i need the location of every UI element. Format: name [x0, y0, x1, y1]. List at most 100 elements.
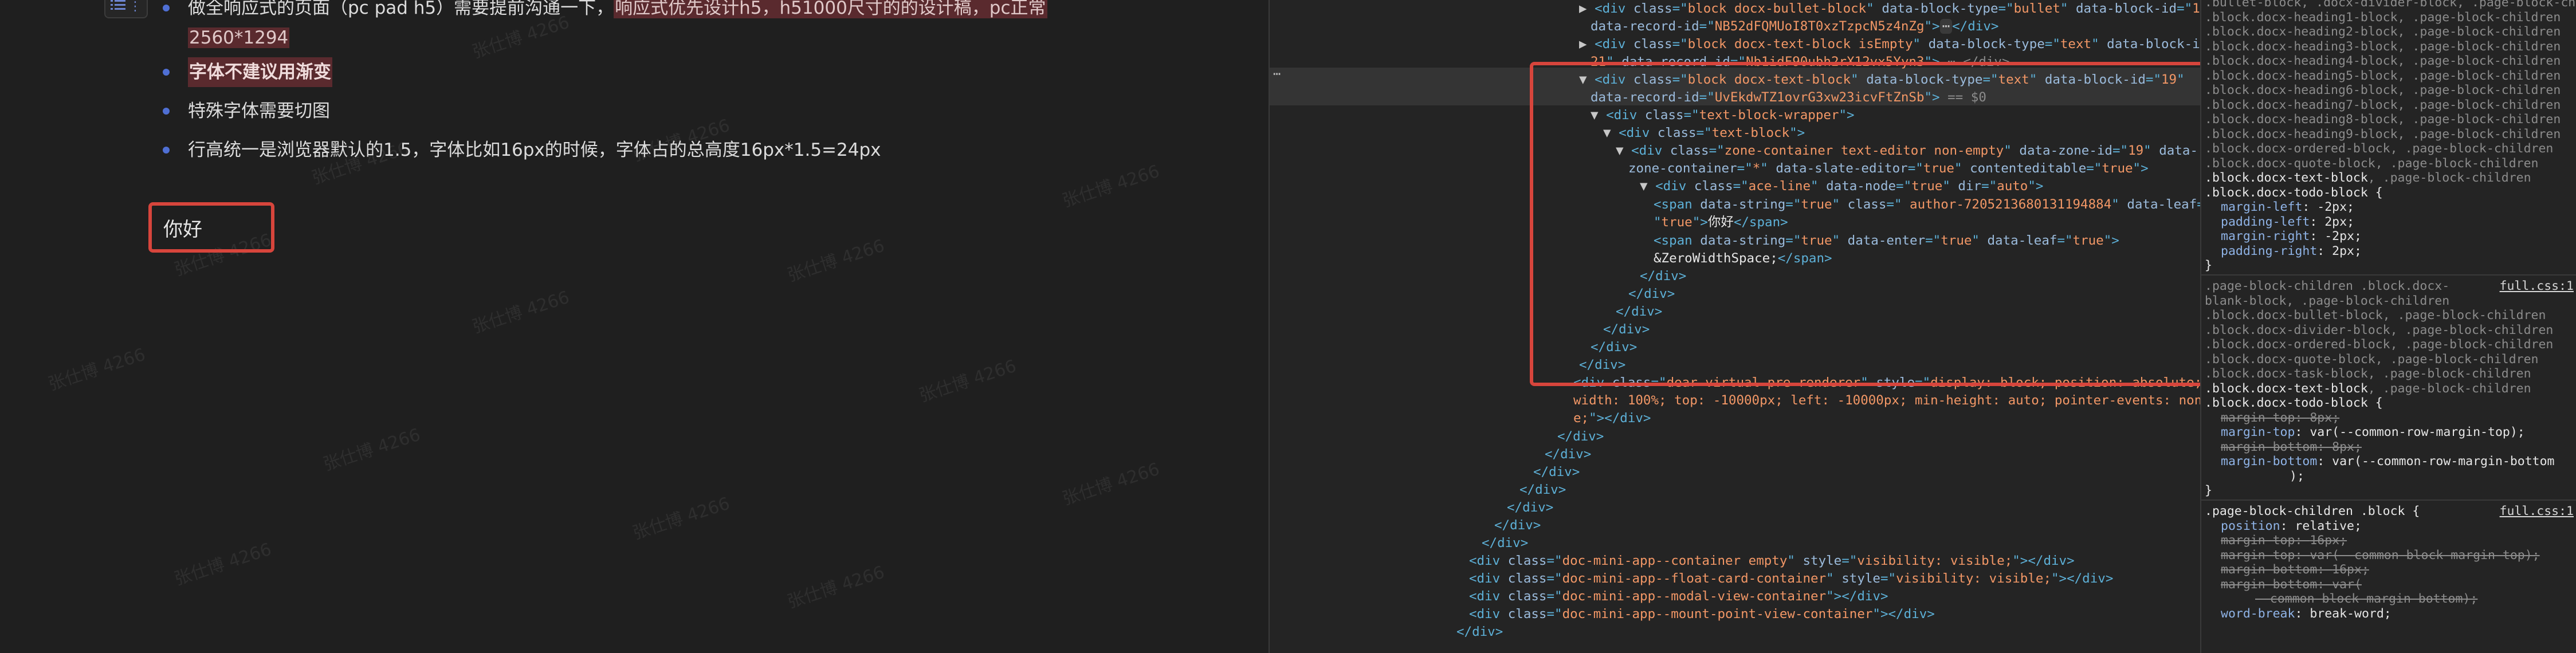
dom-node-line[interactable]: data-record-id="UvEkdwTZ1ovrG3xw23icvFtZ…	[1591, 89, 1986, 107]
dom-node-line[interactable]: </div>	[1482, 534, 1528, 552]
code-token: ="	[2145, 72, 2162, 87]
css-property[interactable]: margin-bottom: var(	[2221, 577, 2362, 592]
selector-part: .page-block-children .block {	[2205, 504, 2420, 518]
dom-node-line[interactable]: width: 100%; top: -10000px; left: -10000…	[1573, 392, 2201, 410]
list-item[interactable]: 行高统一是浏览器默认的1.5，字体比如16px的时候，字体占的总高度16px*1…	[163, 135, 881, 165]
code-token: style	[1841, 571, 1880, 586]
dom-node-line[interactable]: zone-container="*" data-slate-editor="tr…	[1628, 160, 2149, 178]
code-token: </div>	[1616, 304, 1663, 319]
source-link[interactable]: full.css:1	[2500, 504, 2574, 519]
code-token: "	[2060, 1, 2076, 16]
code-token[interactable]: ⋯	[1939, 19, 1953, 34]
dom-node-line[interactable]: "true">你好</span>	[1654, 214, 1788, 231]
css-property[interactable]: margin-top: var(--common-row-margin-top)…	[2221, 425, 2525, 440]
css-property[interactable]: margin-top: 8px;	[2221, 411, 2339, 426]
code-token: class	[1507, 607, 1547, 621]
expand-toggle-icon[interactable]: ▶	[1579, 1, 1595, 16]
expand-toggle-icon[interactable]: ▼	[1603, 125, 1619, 140]
code-token: "	[2111, 197, 2127, 212]
dom-node-line[interactable]: </div>	[1557, 428, 1604, 446]
css-property[interactable]: margin-left: -2px;	[2221, 200, 2354, 215]
css-property[interactable]: margin-top: var(--common-block-margin-to…	[2221, 548, 2540, 563]
dom-node-line[interactable]: <div class="doc-mini-app--mount-point-vi…	[1469, 605, 1935, 623]
dom-node-line[interactable]: <span data-string="true" class=" author-…	[1654, 196, 2201, 214]
css-property[interactable]: margin-bottom: 16px;	[2221, 562, 2369, 577]
css-property[interactable]: position: relative;	[2221, 519, 2362, 534]
code-token: contenteditable	[1970, 161, 2087, 176]
dom-node-line[interactable]: </div>	[1579, 356, 1625, 374]
css-property[interactable]: padding-right: 2px;	[2221, 244, 2362, 259]
code-token: </div>	[1579, 357, 1626, 372]
code-token: zone-container text-editor non-empty	[1724, 143, 2004, 158]
bullet-text: 行高统一是浏览器默认的1.5，字体比如16px的时候，字体占的总高度16px*1…	[188, 140, 881, 160]
dom-node-line[interactable]: </div>	[1519, 481, 1566, 499]
dom-node-line[interactable]: ▼ <div class="zone-container text-editor…	[1616, 142, 2198, 160]
css-selector: blank-block, .page-block-children	[2205, 294, 2449, 309]
dom-node-line[interactable]: </div>	[1456, 623, 1503, 641]
expand-toggle-icon[interactable]: ▼	[1616, 143, 1631, 158]
expand-toggle-icon[interactable]: ▶	[1579, 37, 1595, 52]
code-token: true	[1801, 233, 1832, 248]
dom-node-line[interactable]: <div class="doc-mini-app--float-card-con…	[1469, 570, 2113, 588]
code-token: <div	[1469, 607, 1508, 621]
dom-node-line[interactable]: ▼ <div class="text-block">	[1603, 124, 1805, 142]
dom-node-line[interactable]: </div>	[1591, 339, 1637, 356]
property-name: margin-bottom	[2221, 439, 2318, 454]
dom-node-line[interactable]: <div class="doc-mini-app--modal-view-con…	[1469, 588, 1888, 605]
css-property[interactable]: margin-bottom: var(--common-row-margin-b…	[2221, 454, 2555, 469]
dom-node-line[interactable]: <div class="dear-virtual-pre-renderer" s…	[1573, 374, 2201, 392]
list-item[interactable]: 做全响应式的页面（pc pad h5）需要提前沟通一下，响应式优先设计h5，h5…	[163, 0, 1047, 53]
expand-toggle-icon[interactable]: ▼	[1640, 179, 1655, 194]
selector-part: .block.docx-heading3-block, .page-block-…	[2205, 39, 2561, 54]
dom-node-line[interactable]: ▶ <div class="block docx-text-block isEm…	[1579, 36, 2201, 53]
code-token: data-zone-id	[2019, 143, 2112, 158]
highlighted-text-block[interactable]: 你好	[148, 202, 274, 253]
dom-node-line[interactable]: </div>	[1507, 499, 1553, 517]
dom-node-line[interactable]: <span data-string="true" data-enter="tru…	[1654, 232, 2119, 250]
dom-node-line[interactable]: ▼ <div class="ace-line" data-node="true"…	[1640, 178, 2043, 195]
list-item[interactable]: 字体不建议用渐变	[163, 57, 332, 87]
css-property[interactable]: margin-top: 16px;	[2221, 533, 2347, 548]
css-property[interactable]: padding-left: 2px;	[2221, 215, 2354, 230]
dom-node-line[interactable]: e;"></div>	[1573, 410, 1651, 427]
elements-tree[interactable]: ⋯ ▶ <div class="block docx-bullet-block"…	[1270, 0, 2201, 653]
code-token: style	[1803, 553, 1842, 568]
code-token: visibility: visible;	[1857, 553, 2013, 568]
list-item[interactable]: 特殊字体需要切图	[163, 96, 330, 126]
code-token: class	[1507, 553, 1547, 568]
dom-node-line[interactable]: ▼ <div class="block docx-text-block" dat…	[1579, 71, 2185, 89]
code-token: zone-container	[1628, 161, 1737, 176]
css-property[interactable]: );	[2290, 469, 2304, 484]
dom-node-line[interactable]: </div>	[1533, 463, 1580, 481]
css-property[interactable]: margin-right: -2px;	[2221, 229, 2362, 244]
css-property[interactable]: word-break: break-word;	[2221, 607, 2392, 621]
dom-node-line[interactable]: </div>	[1603, 321, 1650, 339]
selector-part: .block.docx-task-block, .page-block-chil…	[2205, 367, 2531, 381]
dom-node-line[interactable]: ▶ <div class="block docx-bullet-block" d…	[1579, 0, 2201, 18]
css-property[interactable]: --common-block-margin-bottom);	[2255, 592, 2477, 607]
closing-brace: }	[2205, 258, 2212, 273]
dom-node-line[interactable]: &ZeroWidthSpace;</span>	[1654, 250, 1832, 268]
dom-node-line[interactable]: </div>	[1545, 446, 1591, 463]
css-property[interactable]: margin-bottom: 8px;	[2221, 440, 2362, 455]
code-token: UvEkdwTZ1ovrG3xw23icvFtZnSb	[1714, 90, 1925, 105]
code-token: text-block	[1711, 125, 1790, 140]
expand-toggle-icon[interactable]: ▼	[1579, 72, 1595, 87]
styles-pane[interactable]: .bullet-block, .docx-divider-block, .pag…	[2200, 0, 2576, 653]
code-token: "></div>	[1872, 607, 1935, 621]
block-menu-button[interactable]: ⋮	[104, 0, 148, 18]
code-token: ="	[1696, 125, 1712, 140]
expand-toggle-icon[interactable]: ▼	[1591, 108, 1606, 123]
dom-node-line[interactable]: ▼ <div class="text-block-wrapper">	[1591, 107, 1855, 124]
source-link[interactable]: full.css:1	[2500, 279, 2574, 294]
code-token: "	[1860, 375, 1876, 390]
dom-node-line[interactable]: </div>	[1494, 517, 1541, 534]
dom-node-line[interactable]: 21" data-record-id="Nb1idF90ubh2rX12vx5Y…	[1591, 53, 2010, 71]
more-options-icon[interactable]: ⋯	[1273, 65, 1281, 83]
dom-node-line[interactable]: </div>	[1640, 268, 1686, 285]
code-token: ="	[1672, 1, 1688, 16]
dom-node-line[interactable]: </div>	[1628, 285, 1675, 303]
dom-node-line[interactable]: <div class="doc-mini-app--container empt…	[1469, 552, 2075, 570]
dom-node-line[interactable]: data-record-id="NB52dFQMUoI8T0xzTzpcN5z4…	[1591, 18, 1998, 36]
dom-node-line[interactable]: </div>	[1616, 303, 1662, 321]
